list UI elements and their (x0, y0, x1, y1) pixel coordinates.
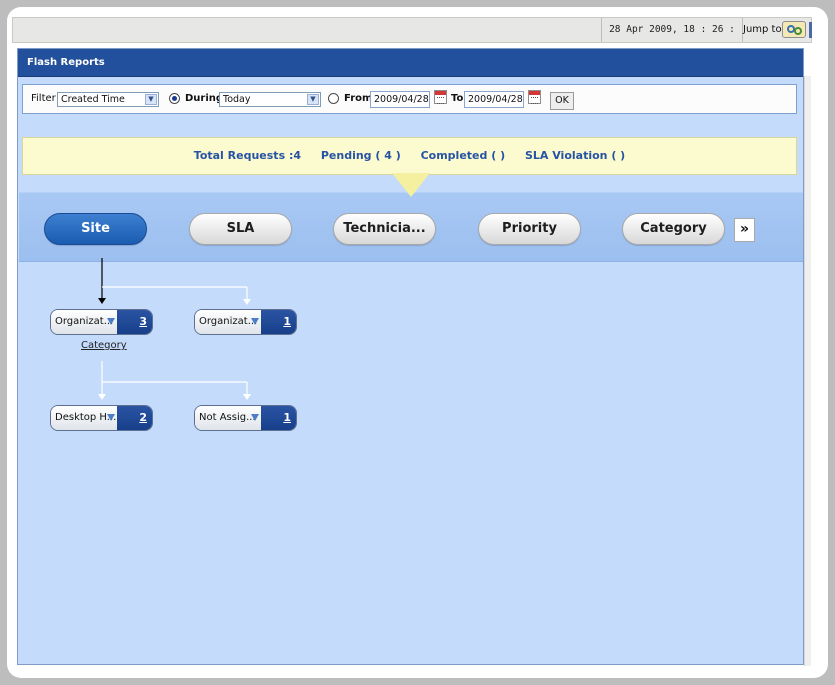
tree-node-label: Not Assig... (195, 406, 261, 430)
top-status-bar: 28 Apr 2009, 18 : 26 : 03 Jump to (12, 17, 812, 59)
grouping-tab-bar: Site SLA Technicia... Priority Category … (19, 192, 803, 262)
tree-node-label: Desktop H... (51, 406, 117, 430)
page-scrollbar[interactable] (804, 76, 811, 666)
tree-node-count[interactable]: 1 (261, 406, 296, 430)
dropdown-triangle-icon (107, 318, 115, 325)
during-label: During (185, 93, 224, 104)
tree-node-desktop-hardware[interactable]: Desktop H... 2 (50, 405, 153, 431)
chevron-down-icon: ▼ (145, 94, 157, 105)
more-tabs-button[interactable]: » (734, 218, 755, 242)
tree-node-label: Organizat... (51, 310, 117, 334)
filter-bar: Filter Created Time ▼ During Today ▼ Fro… (22, 84, 797, 114)
to-date-input[interactable]: 2009/04/28 (464, 91, 524, 108)
from-calendar-icon[interactable] (434, 90, 447, 104)
total-requests-link[interactable]: Total Requests :4 (194, 149, 301, 162)
filter-field-value: Created Time (61, 94, 125, 105)
tree-node-organization-1[interactable]: Organizat... 3 (50, 309, 153, 335)
dropdown-triangle-icon (107, 414, 115, 421)
panel-title: Flash Reports (18, 49, 803, 77)
tab-priority[interactable]: Priority (478, 213, 581, 245)
to-label: To (451, 93, 464, 104)
tree-node-not-assigned[interactable]: Not Assig... 1 (194, 405, 297, 431)
during-select[interactable]: Today ▼ (219, 92, 321, 107)
date-range-radio[interactable] (328, 93, 339, 104)
dropdown-triangle-icon (251, 414, 259, 421)
completed-link[interactable]: Completed ( ) (421, 149, 506, 162)
filter-label: Filter (31, 93, 56, 104)
chevron-down-icon: ▼ (307, 94, 319, 105)
node-category-link[interactable]: Category (81, 340, 127, 351)
toolbar-edge-icon (809, 22, 812, 38)
summary-pointer-arrow (392, 173, 430, 197)
tree-node-organization-2[interactable]: Organizat... 1 (194, 309, 297, 335)
ok-button[interactable]: OK (550, 92, 574, 110)
jump-to-icon[interactable] (782, 21, 806, 38)
dropdown-triangle-icon (251, 318, 259, 325)
jump-to-label: Jump to (743, 24, 782, 35)
sla-violation-link[interactable]: SLA Violation ( ) (525, 149, 625, 162)
flash-reports-panel: Flash Reports Filter Created Time ▼ Duri… (17, 48, 804, 665)
during-value: Today (223, 94, 251, 105)
tab-category[interactable]: Category (622, 213, 725, 245)
tab-sla[interactable]: SLA (189, 213, 292, 245)
filter-field-select[interactable]: Created Time ▼ (57, 92, 159, 107)
from-date-input[interactable]: 2009/04/28 (370, 91, 430, 108)
tree-node-label: Organizat... (195, 310, 261, 334)
tab-site[interactable]: Site (44, 213, 147, 245)
tree-node-count[interactable]: 2 (117, 406, 152, 430)
request-summary: Total Requests :4 Pending ( 4 ) Complete… (22, 137, 797, 175)
tab-technician[interactable]: Technicia... (333, 213, 436, 245)
pending-link[interactable]: Pending ( 4 ) (321, 149, 401, 162)
to-calendar-icon[interactable] (528, 90, 541, 104)
during-radio[interactable] (169, 93, 180, 104)
from-label: From (344, 93, 373, 104)
tree-node-count[interactable]: 3 (117, 310, 152, 334)
tree-node-count[interactable]: 1 (261, 310, 296, 334)
datetime-display: 28 Apr 2009, 18 : 26 : 03 (601, 18, 743, 59)
